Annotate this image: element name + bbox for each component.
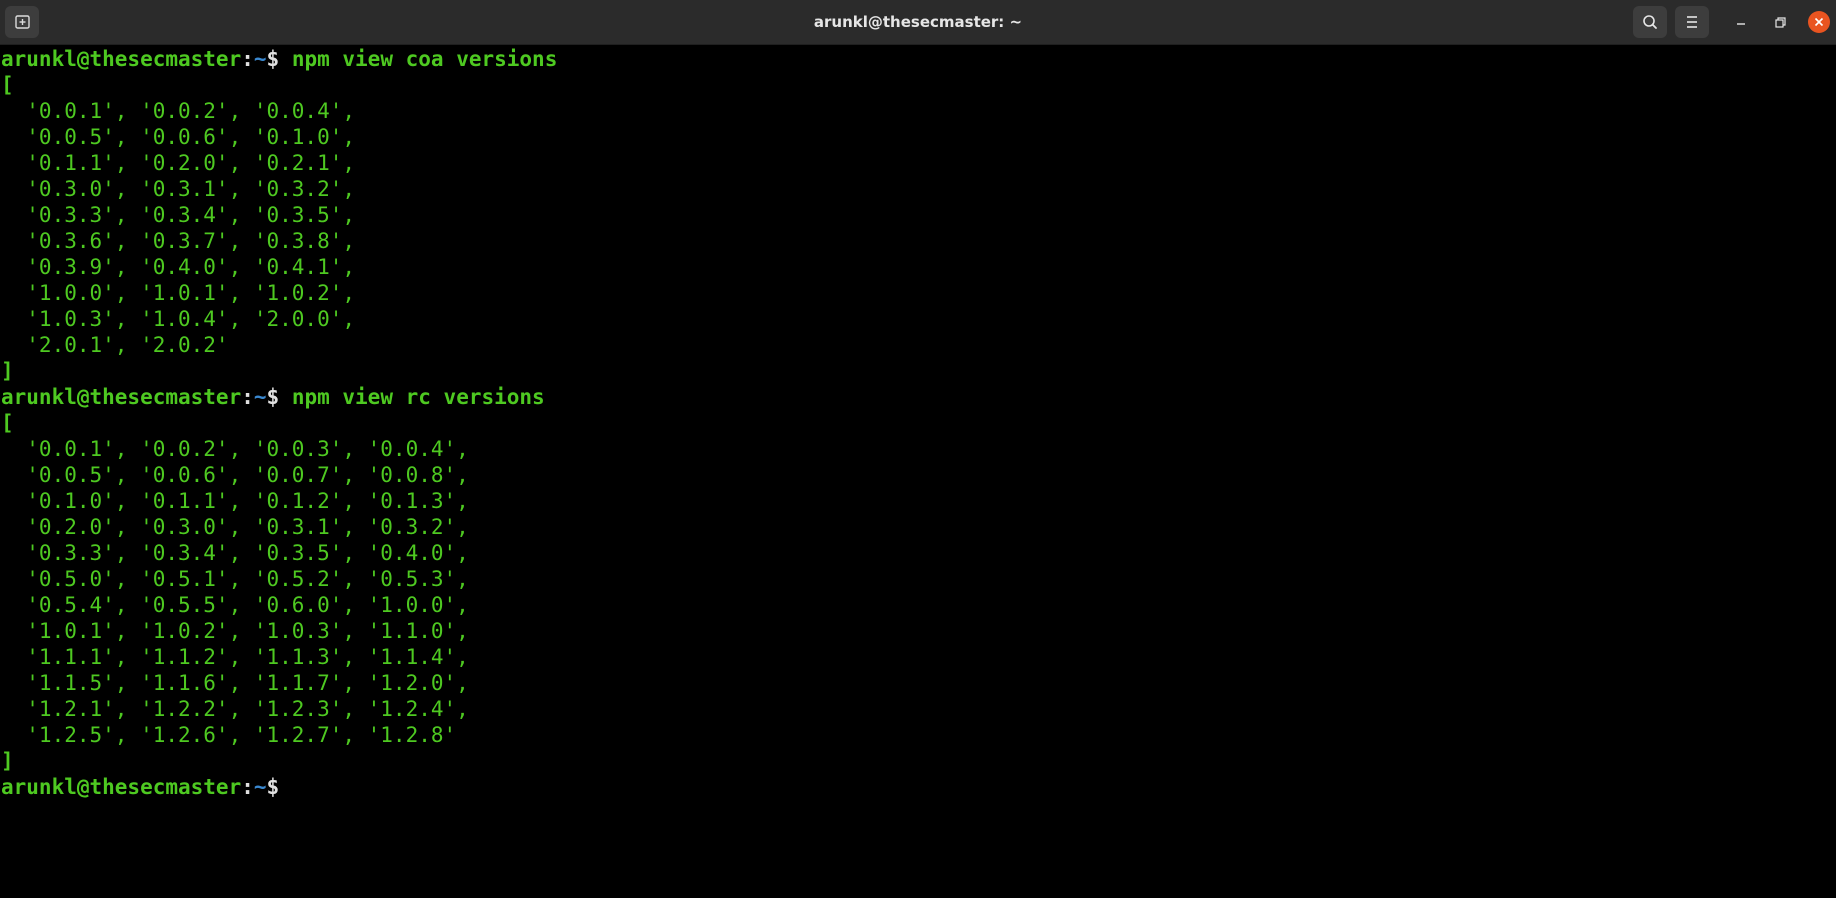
prompt-symbol: $ xyxy=(266,47,292,71)
version-row: '0.2.0', '0.3.0', '0.3.1', '0.3.2', xyxy=(1,515,469,539)
version-row: '0.3.3', '0.3.4', '0.3.5', xyxy=(1,203,356,227)
prompt-separator: : xyxy=(241,775,254,799)
prompt-user-host: arunkl@thesecmaster xyxy=(1,47,242,71)
array-open-bracket: [ xyxy=(1,411,14,435)
version-row: '0.3.9', '0.4.0', '0.4.1', xyxy=(1,255,356,279)
prompt-separator: : xyxy=(241,385,254,409)
version-row: '0.5.4', '0.5.5', '0.6.0', '1.0.0', xyxy=(1,593,469,617)
version-row: '0.0.1', '0.0.2', '0.0.3', '0.0.4', xyxy=(1,437,469,461)
version-row: '1.2.5', '1.2.6', '1.2.7', '1.2.8' xyxy=(1,723,457,747)
version-row: '0.0.1', '0.0.2', '0.0.4', xyxy=(1,99,356,123)
window-title: arunkl@thesecmaster: ~ xyxy=(813,13,1023,31)
prompt-line: arunkl@thesecmaster:~$ npm view coa vers… xyxy=(0,46,1836,72)
close-icon xyxy=(1808,11,1830,33)
search-icon xyxy=(1643,15,1657,29)
version-row: '0.0.5', '0.0.6', '0.0.7', '0.0.8', xyxy=(1,463,469,487)
version-row: '0.1.1', '0.2.0', '0.2.1', xyxy=(1,151,356,175)
hamburger-menu-icon xyxy=(1687,16,1697,28)
new-tab-button[interactable] xyxy=(5,6,39,38)
prompt-directory: ~ xyxy=(253,385,267,409)
version-row: '0.3.6', '0.3.7', '0.3.8', xyxy=(1,229,356,253)
command-text: npm view rc versions xyxy=(291,385,545,409)
prompt-user-host: arunkl@thesecmaster xyxy=(1,385,242,409)
minimize-button[interactable] xyxy=(1728,9,1754,35)
new-tab-icon xyxy=(15,15,30,29)
array-close-bracket: ] xyxy=(1,359,14,383)
version-row: '1.0.3', '1.0.4', '2.0.0', xyxy=(1,307,356,331)
prompt-directory: ~ xyxy=(253,775,267,799)
terminal-output[interactable]: arunkl@thesecmaster:~$ npm view coa vers… xyxy=(0,46,1836,898)
prompt-line: arunkl@thesecmaster:~$ npm view rc versi… xyxy=(0,384,1836,410)
array-close-bracket: ] xyxy=(1,749,14,773)
version-row: '1.0.1', '1.0.2', '1.0.3', '1.1.0', xyxy=(1,619,469,643)
version-row: '2.0.1', '2.0.2' xyxy=(1,333,229,357)
version-row: '1.1.5', '1.1.6', '1.1.7', '1.2.0', xyxy=(1,671,469,695)
version-row: '0.5.0', '0.5.1', '0.5.2', '0.5.3', xyxy=(1,567,469,591)
command-text: npm view coa versions xyxy=(291,47,558,71)
version-row: '1.1.1', '1.1.2', '1.1.3', '1.1.4', xyxy=(1,645,469,669)
prompt-user-host: arunkl@thesecmaster xyxy=(1,775,242,799)
version-row: '1.2.1', '1.2.2', '1.2.3', '1.2.4', xyxy=(1,697,469,721)
prompt-directory: ~ xyxy=(253,47,267,71)
prompt-symbol: $ xyxy=(266,775,292,799)
version-row: '0.3.3', '0.3.4', '0.3.5', '0.4.0', xyxy=(1,541,469,565)
title-bar[interactable]: arunkl@thesecmaster: ~ xyxy=(0,0,1836,45)
restore-button[interactable] xyxy=(1767,9,1793,35)
version-row: '0.3.0', '0.3.1', '0.3.2', xyxy=(1,177,356,201)
version-row: '0.0.5', '0.0.6', '0.1.0', xyxy=(1,125,356,149)
version-row: '1.0.0', '1.0.1', '1.0.2', xyxy=(1,281,356,305)
current-prompt-line: arunkl@thesecmaster:~$ xyxy=(0,774,1836,800)
restore-icon xyxy=(1775,17,1786,28)
prompt-symbol: $ xyxy=(266,385,292,409)
menu-button[interactable] xyxy=(1675,6,1709,38)
array-open-bracket: [ xyxy=(1,73,14,97)
minimize-icon xyxy=(1737,23,1745,25)
close-button[interactable] xyxy=(1806,9,1832,35)
terminal-window: arunkl@thesecmaster: ~ arunkl@thesecmast… xyxy=(0,0,1836,898)
search-button[interactable] xyxy=(1633,6,1667,38)
version-row: '0.1.0', '0.1.1', '0.1.2', '0.1.3', xyxy=(1,489,469,513)
prompt-separator: : xyxy=(241,47,254,71)
